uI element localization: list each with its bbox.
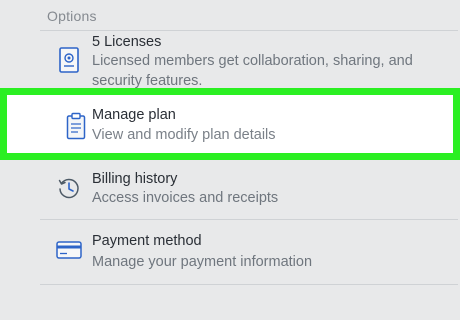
divider <box>40 284 458 285</box>
option-row-licenses[interactable]: 5 Licenses Licensed members get collabor… <box>0 30 460 90</box>
option-row-billing-history[interactable]: Billing history Access invoices and rece… <box>0 162 460 218</box>
option-title: Manage plan <box>92 107 176 123</box>
option-description: Manage your payment information <box>92 254 313 270</box>
option-title: Payment method <box>92 233 202 249</box>
option-title: 5 Licenses <box>92 34 162 50</box>
option-title: Billing history <box>92 171 178 187</box>
option-description: Licensed members get collaboration, shar… <box>92 53 413 89</box>
option-row-payment-method[interactable]: Payment method Manage your payment infor… <box>0 220 460 280</box>
clipboard-icon <box>63 111 89 141</box>
option-description: View and modify plan details <box>92 127 276 143</box>
clock-history-icon <box>56 175 82 201</box>
license-badge-icon <box>56 47 82 73</box>
option-row-manage-plan[interactable]: Manage plan View and modify plan details <box>0 88 460 160</box>
option-description: Access invoices and receipts <box>92 190 279 206</box>
section-header: Options <box>47 8 97 24</box>
credit-card-icon <box>56 237 82 263</box>
